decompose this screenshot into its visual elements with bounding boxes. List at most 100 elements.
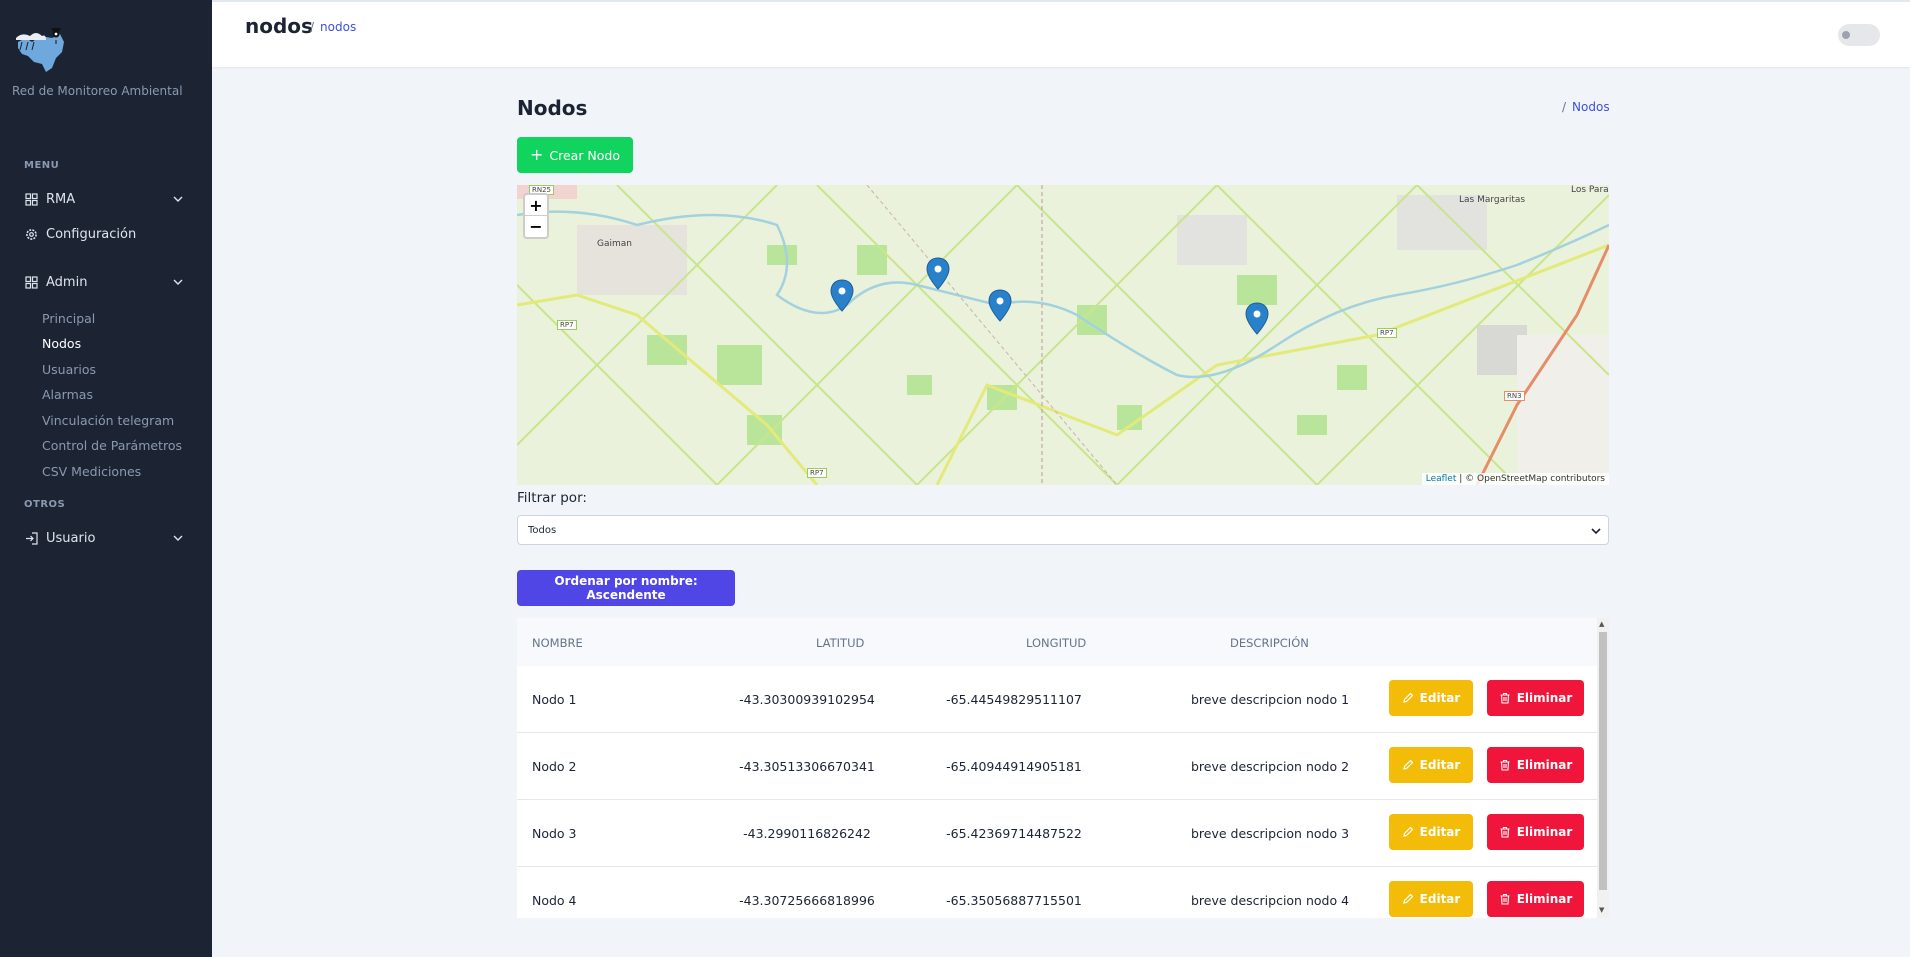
create-node-label: Crear Nodo: [549, 147, 621, 163]
sidebar-subitem-control-parametros[interactable]: Control de Parámetros: [42, 438, 182, 453]
sidebar-subitem-vinculacion-telegram[interactable]: Vinculación telegram: [42, 413, 174, 428]
zoom-out-button[interactable]: −: [525, 216, 547, 237]
zoom-in-button[interactable]: +: [525, 195, 547, 216]
osm-attribution: | © OpenStreetMap contributors: [1459, 474, 1605, 484]
cell-descripcion: breve descripcion nodo 3: [1190, 826, 1350, 841]
sidebar-subitem-csv-mediciones[interactable]: CSV Mediciones: [42, 464, 141, 479]
map-marker[interactable]: [1245, 302, 1269, 335]
cell-nombre: Nodo 4: [532, 893, 577, 908]
chevron-down-icon: [172, 532, 184, 544]
page-title: Nodos: [517, 96, 588, 120]
delete-label: Eliminar: [1516, 758, 1573, 772]
chevron-down-icon: [172, 193, 184, 205]
column-header-longitud: LONGITUD: [1026, 636, 1087, 650]
cell-nombre: Nodo 2: [532, 759, 577, 774]
sidebar-item-admin[interactable]: Admin: [24, 269, 184, 295]
logo: [12, 23, 72, 74]
cell-longitud: -65.40944914905181: [946, 759, 1082, 774]
sidebar-item-configuracion[interactable]: Configuración: [24, 221, 184, 247]
breadcrumb-link[interactable]: Nodos: [1572, 100, 1610, 114]
header-breadcrumb: / nodos: [310, 20, 357, 34]
edit-label: Editar: [1419, 758, 1461, 772]
filter-select[interactable]: Todos: [517, 515, 1609, 545]
page-breadcrumb: / Nodos: [1562, 100, 1610, 114]
grid-icon: [24, 275, 38, 289]
top-header: nodos / nodos: [212, 0, 1910, 67]
road-sign-rp7: RP7: [557, 320, 577, 330]
trash-icon: [1500, 692, 1510, 704]
scrollbar-thumb[interactable]: [1599, 632, 1607, 890]
map-label-gaiman: Gaiman: [597, 239, 632, 249]
cell-latitud: -43.30725666818996: [739, 893, 875, 908]
scroll-up-arrow-icon[interactable]: ▲: [1599, 620, 1604, 628]
toggle-knob: [1842, 31, 1850, 39]
edit-button[interactable]: Editar: [1389, 881, 1473, 917]
cell-latitud: -43.30300939102954: [739, 692, 875, 707]
cell-descripcion: breve descripcion nodo 4: [1190, 893, 1350, 908]
leaflet-link[interactable]: Leaflet: [1426, 474, 1457, 484]
edit-label: Editar: [1419, 825, 1461, 839]
table-scrollbar[interactable]: ▲ ▼: [1597, 618, 1609, 918]
nodes-map[interactable]: Gaiman Las Margaritas Los Para RN25 RP7 …: [517, 185, 1609, 485]
edit-label: Editar: [1419, 691, 1461, 705]
column-header-descripcion: DESCRIPCIÓN: [1230, 636, 1309, 650]
column-header-nombre: NOMBRE: [532, 636, 583, 650]
sidebar-subitem-nodos[interactable]: Nodos: [42, 336, 81, 351]
sidebar-item-label: Configuración: [46, 226, 137, 242]
trash-icon: [1500, 826, 1510, 838]
table-header: NOMBRE LATITUD LONGITUD DESCRIPCIÓN: [517, 618, 1597, 666]
delete-label: Eliminar: [1516, 825, 1573, 839]
map-marker[interactable]: [926, 257, 950, 290]
edit-button[interactable]: Editar: [1389, 680, 1473, 716]
delete-label: Eliminar: [1516, 892, 1573, 906]
road-sign-rp7: RP7: [807, 468, 827, 478]
plus-icon: +: [529, 145, 544, 164]
sort-by-name-button[interactable]: Ordenar por nombre: Ascendente: [517, 570, 735, 606]
map-label-las-margaritas: Las Margaritas: [1459, 195, 1526, 205]
delete-label: Eliminar: [1516, 691, 1573, 705]
trash-icon: [1500, 759, 1510, 771]
zoom-control: + −: [523, 193, 549, 239]
pencil-icon: [1402, 893, 1414, 904]
sidebar-subitem-usuarios[interactable]: Usuarios: [42, 362, 96, 377]
delete-button[interactable]: Eliminar: [1487, 881, 1584, 917]
cell-longitud: -65.35056887715501: [946, 893, 1082, 908]
edit-button[interactable]: Editar: [1389, 747, 1473, 783]
grid-icon: [24, 192, 38, 206]
edit-label: Editar: [1419, 892, 1461, 906]
cell-latitud: -43.30513306670341: [739, 759, 875, 774]
login-icon: [24, 531, 38, 545]
scroll-down-arrow-icon[interactable]: ▼: [1599, 906, 1604, 914]
cell-descripcion: breve descripcion nodo 1: [1190, 692, 1350, 707]
sidebar-subitem-principal[interactable]: Principal: [42, 311, 95, 326]
sidebar-item-rma[interactable]: RMA: [24, 186, 184, 212]
table-row: Nodo 2 -43.30513306670341 -65.4094491490…: [517, 733, 1597, 800]
table-row: Nodo 4 -43.30725666818996 -65.3505688771…: [517, 867, 1597, 918]
create-node-button[interactable]: + Crear Nodo: [517, 137, 633, 173]
gear-icon: [24, 227, 38, 241]
sidebar-item-usuario[interactable]: Usuario: [24, 525, 184, 551]
delete-button[interactable]: Eliminar: [1487, 680, 1584, 716]
delete-button[interactable]: Eliminar: [1487, 747, 1584, 783]
cell-descripcion: breve descripcion nodo 2: [1190, 759, 1350, 774]
pencil-icon: [1402, 759, 1414, 770]
filter-label: Filtrar por:: [517, 490, 587, 506]
cell-longitud: -65.42369714487522: [946, 826, 1082, 841]
road-sign-rp7: RP7: [1377, 328, 1397, 338]
table-row: Nodo 1 -43.30300939102954 -65.4454982951…: [517, 666, 1597, 733]
map-marker[interactable]: [830, 279, 854, 312]
edit-button[interactable]: Editar: [1389, 814, 1473, 850]
cell-nombre: Nodo 1: [532, 692, 577, 707]
map-marker[interactable]: [988, 289, 1012, 322]
cell-latitud: -43.2990116826242: [743, 826, 871, 841]
pencil-icon: [1402, 826, 1414, 837]
chevron-down-icon: [1590, 525, 1602, 540]
delete-button[interactable]: Eliminar: [1487, 814, 1584, 850]
nodes-table: NOMBRE LATITUD LONGITUD DESCRIPCIÓN Nodo…: [517, 618, 1609, 918]
dark-mode-toggle[interactable]: [1838, 24, 1880, 46]
sidebar-subitem-alarmas[interactable]: Alarmas: [42, 387, 93, 402]
trash-icon: [1500, 893, 1510, 905]
brand-name: Red de Monitoreo Ambiental: [12, 84, 183, 98]
breadcrumb-link[interactable]: nodos: [320, 20, 356, 34]
column-header-latitud: LATITUD: [816, 636, 865, 650]
